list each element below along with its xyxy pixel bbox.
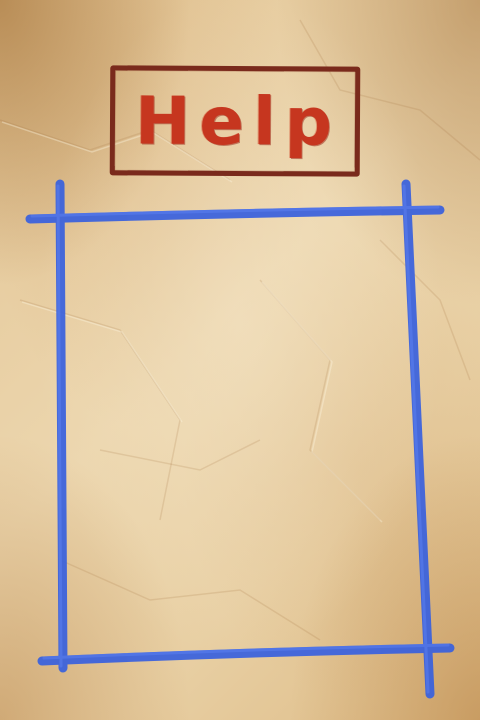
frame-right-line: [401, 179, 435, 699]
help-content-area: [70, 222, 402, 647]
